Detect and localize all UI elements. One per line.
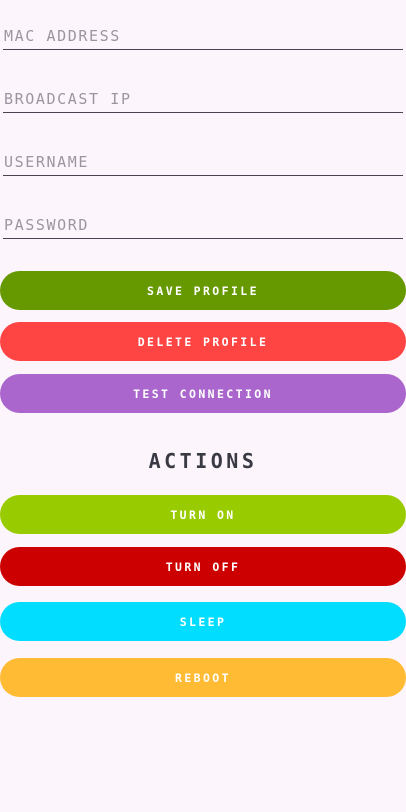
save-profile-button[interactable]: SAVE PROFILE <box>0 271 406 310</box>
broadcast-ip-input[interactable] <box>4 89 403 109</box>
mac-address-field[interactable] <box>3 22 403 50</box>
password-field[interactable] <box>3 211 403 239</box>
broadcast-ip-field[interactable] <box>3 85 403 113</box>
actions-heading: ACTIONS <box>148 449 258 473</box>
username-field[interactable] <box>3 148 403 176</box>
turn-off-button[interactable]: TURN OFF <box>0 547 406 586</box>
delete-profile-button[interactable]: DELETE PROFILE <box>0 322 406 361</box>
mac-address-input[interactable] <box>4 26 403 46</box>
reboot-button[interactable]: REBOOT <box>0 658 406 697</box>
password-input[interactable] <box>4 215 403 235</box>
turn-on-button[interactable]: TURN ON <box>0 495 406 534</box>
test-connection-button[interactable]: TEST CONNECTION <box>0 374 406 413</box>
sleep-button[interactable]: SLEEP <box>0 602 406 641</box>
username-input[interactable] <box>4 152 403 172</box>
